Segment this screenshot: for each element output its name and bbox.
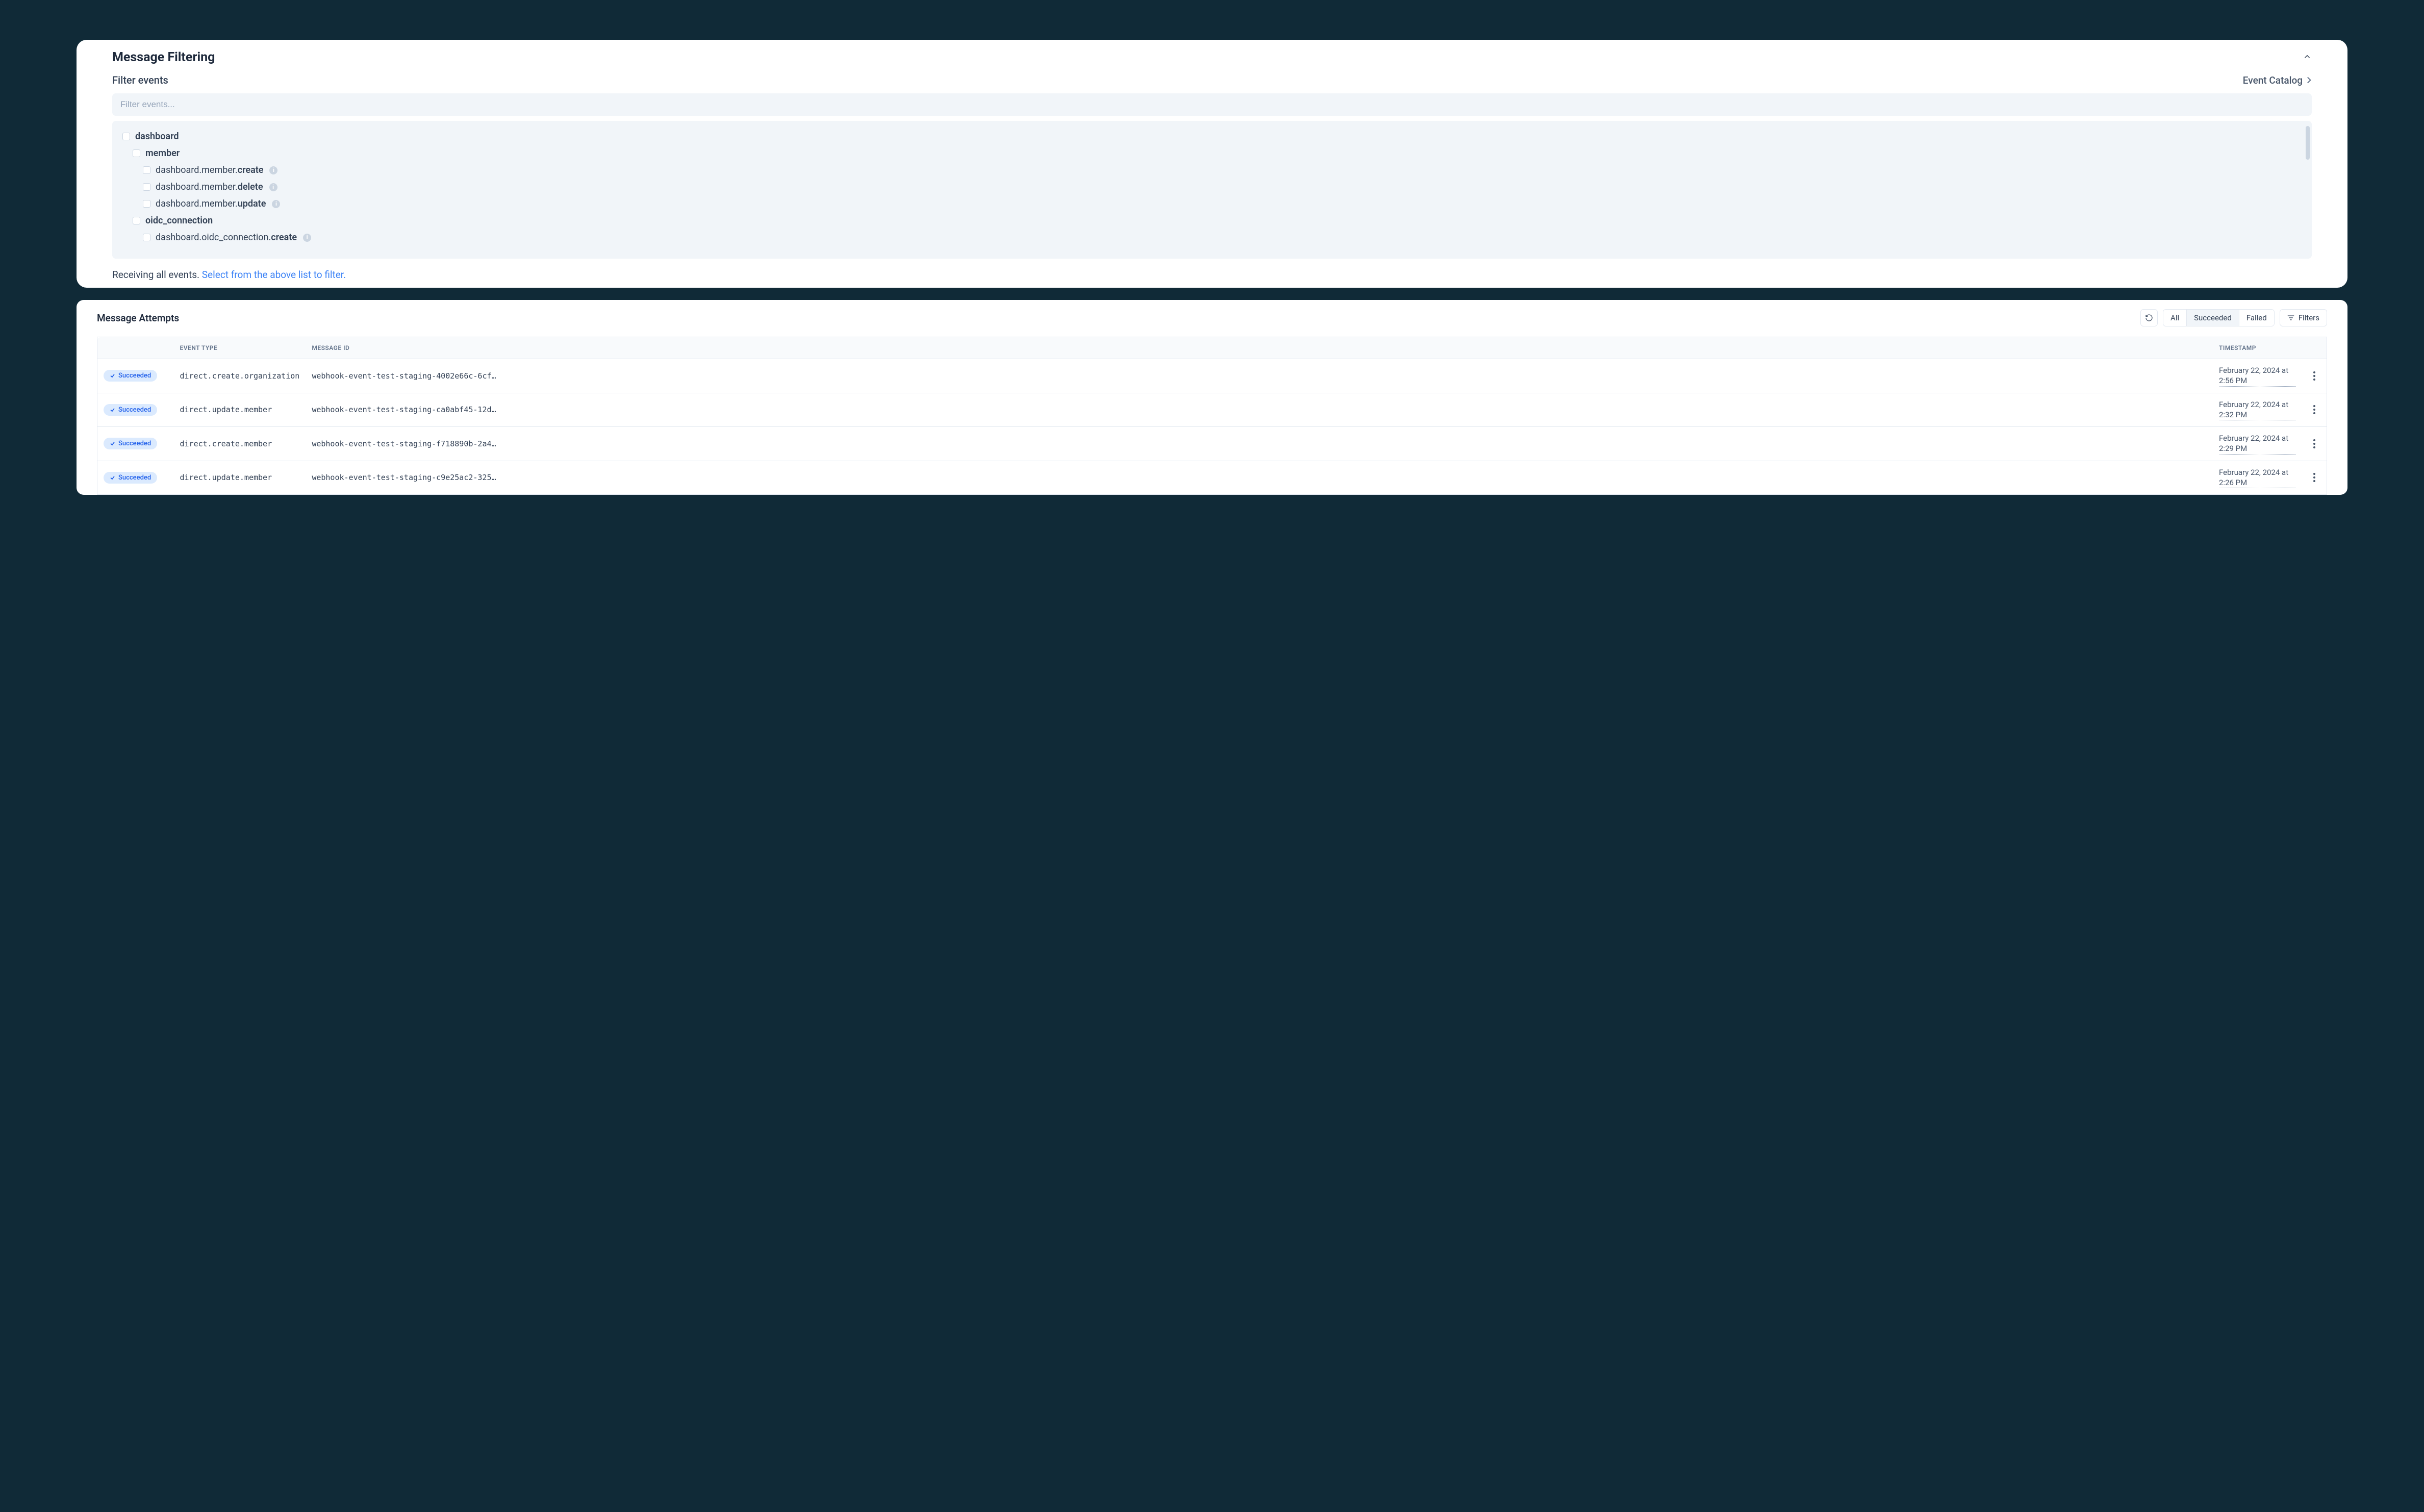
status-badge: Succeeded (104, 370, 157, 382)
table-row[interactable]: Succeeded direct.create.organization web… (97, 359, 2327, 393)
filter-events-input[interactable] (112, 93, 2312, 116)
tree-group-label: oidc_connection (145, 215, 213, 226)
attempts-card: Message Attempts All Succeeded Failed Fi… (77, 300, 2347, 495)
filters-button[interactable]: Filters (2280, 309, 2327, 326)
filter-events-label: Filter events (112, 74, 168, 86)
status-tab-failed[interactable]: Failed (2239, 310, 2274, 326)
filtering-header: Message Filtering (112, 50, 2312, 65)
row-actions-button[interactable] (2308, 405, 2320, 414)
message-id: webhook-event-test-staging-f718890b-2a45… (312, 439, 500, 448)
status-label: Succeeded (118, 440, 151, 447)
check-icon (110, 407, 115, 413)
checkbox-icon[interactable] (133, 149, 140, 157)
filtering-card: Message Filtering Filter events Event Ca… (77, 40, 2347, 288)
tree-leaf[interactable]: dashboard.member.update i (112, 195, 2312, 212)
message-id: webhook-event-test-staging-ca0abf45-12d4… (312, 405, 500, 414)
filter-footer-text: Receiving all events. (112, 269, 202, 281)
tree-group[interactable]: oidc_connection (112, 212, 2312, 229)
event-type: direct.update.member (180, 405, 300, 414)
timestamp: February 22, 2024 at 2:32 PM (2219, 399, 2296, 421)
check-icon (110, 441, 115, 446)
status-badge: Succeeded (104, 472, 157, 484)
row-actions-button[interactable] (2308, 439, 2320, 448)
status-tab-succeeded[interactable]: Succeeded (2187, 310, 2239, 326)
timestamp: February 22, 2024 at 2:26 PM (2219, 467, 2296, 489)
filtering-subrow: Filter events Event Catalog (112, 74, 2312, 86)
attempts-header: Message Attempts All Succeeded Failed Fi… (97, 309, 2327, 326)
event-type: direct.update.member (180, 473, 300, 482)
attempts-table: EVENT TYPE MESSAGE ID TIMESTAMP Succeede… (97, 337, 2327, 495)
table-row[interactable]: Succeeded direct.update.member webhook-e… (97, 461, 2327, 495)
status-badge: Succeeded (104, 438, 157, 449)
message-id: webhook-event-test-staging-c9e25ac2-3259… (312, 473, 500, 482)
filter-footer-link[interactable]: Select from the above list to filter. (202, 269, 346, 281)
check-icon (110, 475, 115, 481)
status-tab-all[interactable]: All (2163, 310, 2187, 326)
filter-footer: Receiving all events. Select from the ab… (112, 259, 2312, 288)
tree-root-label: dashboard (135, 131, 179, 142)
status-filter-segment: All Succeeded Failed (2163, 309, 2275, 326)
timestamp: February 22, 2024 at 2:29 PM (2219, 433, 2296, 455)
info-icon[interactable]: i (303, 234, 311, 242)
info-icon[interactable]: i (269, 166, 277, 174)
event-catalog-label: Event Catalog (2243, 74, 2303, 86)
tree-leaf-label: dashboard.member.update (156, 198, 266, 209)
event-type: direct.create.member (180, 439, 300, 448)
table-header-row: EVENT TYPE MESSAGE ID TIMESTAMP (97, 337, 2327, 359)
checkbox-icon[interactable] (143, 200, 150, 208)
info-icon[interactable]: i (269, 183, 277, 191)
row-actions-button[interactable] (2308, 473, 2320, 482)
info-icon[interactable]: i (272, 200, 280, 208)
tree-leaf-label: dashboard.member.delete (156, 182, 263, 192)
col-header-event: EVENT TYPE (174, 337, 306, 359)
tree-leaf[interactable]: dashboard.member.create i (112, 162, 2312, 179)
timestamp: February 22, 2024 at 2:56 PM (2219, 365, 2296, 387)
collapse-icon[interactable] (2303, 52, 2312, 63)
attempts-title: Message Attempts (97, 312, 179, 324)
scrollbar-thumb[interactable] (2306, 126, 2310, 160)
chevron-right-icon (2307, 76, 2312, 84)
tree-leaf[interactable]: dashboard.oidc_connection.create i (112, 229, 2312, 246)
col-header-timestamp: TIMESTAMP (2213, 337, 2302, 359)
col-header-status (97, 337, 174, 359)
filtering-title: Message Filtering (112, 50, 215, 65)
checkbox-icon[interactable] (133, 217, 140, 224)
checkbox-icon[interactable] (122, 133, 130, 140)
tree-group[interactable]: member (112, 145, 2312, 162)
check-icon (110, 373, 115, 379)
filter-icon (2287, 315, 2294, 321)
refresh-icon (2145, 314, 2153, 322)
filters-label: Filters (2299, 313, 2319, 322)
refresh-button[interactable] (2140, 309, 2158, 326)
status-label: Succeeded (118, 474, 151, 482)
col-header-message: MESSAGE ID (306, 337, 2213, 359)
status-label: Succeeded (118, 372, 151, 380)
tree-leaf-label: dashboard.oidc_connection.create (156, 232, 297, 243)
tree-leaf[interactable]: dashboard.member.delete i (112, 179, 2312, 195)
status-label: Succeeded (118, 406, 151, 414)
event-tree: dashboard member dashboard.member.create… (112, 121, 2312, 259)
col-header-actions (2302, 337, 2327, 359)
tree-leaf-label: dashboard.member.create (156, 165, 263, 175)
tree-group-label: member (145, 148, 180, 159)
checkbox-icon[interactable] (143, 234, 150, 241)
checkbox-icon[interactable] (143, 183, 150, 191)
tree-root[interactable]: dashboard (112, 128, 2312, 145)
table-row[interactable]: Succeeded direct.create.member webhook-e… (97, 427, 2327, 461)
attempts-controls: All Succeeded Failed Filters (2140, 309, 2327, 326)
status-badge: Succeeded (104, 404, 157, 416)
event-catalog-link[interactable]: Event Catalog (2243, 74, 2312, 86)
message-id: webhook-event-test-staging-4002e66c-6cf9… (312, 371, 500, 381)
table-row[interactable]: Succeeded direct.update.member webhook-e… (97, 393, 2327, 427)
checkbox-icon[interactable] (143, 166, 150, 174)
event-type: direct.create.organization (180, 371, 300, 381)
row-actions-button[interactable] (2308, 371, 2320, 381)
